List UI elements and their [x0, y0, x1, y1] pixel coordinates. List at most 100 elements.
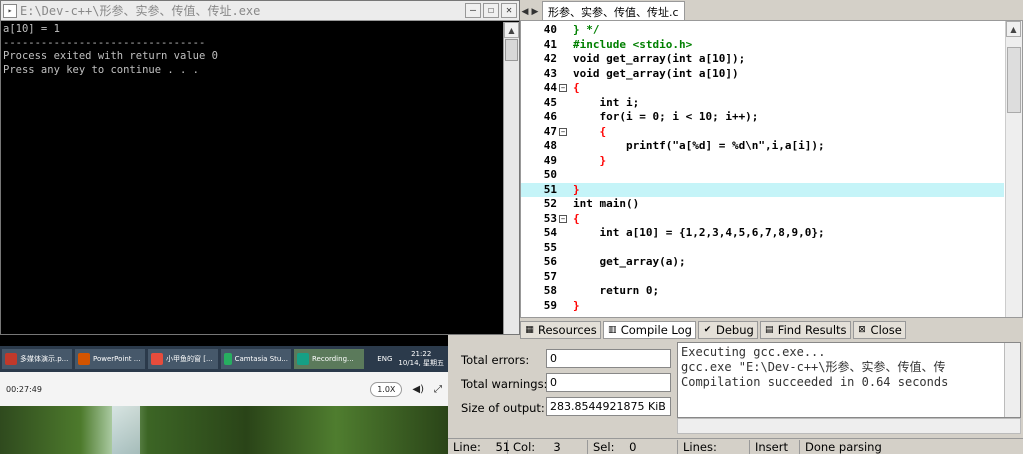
code-text: int a[10] = {1,2,3,4,5,6,7,8,9,0};	[573, 226, 825, 239]
console-line: --------------------------------	[3, 36, 206, 49]
code-line[interactable]: 46 for(i = 0; i < 10; i++);	[521, 110, 1004, 125]
code-text: } */	[573, 23, 600, 36]
line-number: 44	[543, 81, 557, 94]
compile-log-output[interactable]: Executing gcc.exe... gcc.exe "E:\Dev-c++\…	[677, 342, 1021, 418]
code-line[interactable]: 40} */	[521, 23, 1004, 38]
tab-find-results[interactable]: ▤ Find Results	[759, 321, 851, 339]
line-number: 53	[543, 211, 557, 225]
code-line[interactable]: 53−{	[521, 212, 1004, 227]
tab-left-arrow-icon[interactable]: ◀	[520, 4, 530, 20]
code-line[interactable]: 41 #include <stdio.h>	[521, 38, 1004, 53]
code-text: get_array(a);	[573, 255, 686, 268]
scroll-up-icon[interactable]: ▲	[1006, 21, 1021, 37]
status-line: Line: 51	[448, 439, 510, 454]
console-app-icon: ▸	[3, 3, 17, 18]
console-scrollbar[interactable]: ▲	[503, 22, 519, 334]
console-output: a[10] = 1 -------------------------------…	[1, 22, 504, 334]
tab-debug[interactable]: ✔ Debug	[697, 321, 758, 339]
output-size-label: Size of output:	[461, 401, 545, 415]
fullscreen-icon[interactable]: ⤢	[434, 384, 442, 395]
code-text: void get_array(int a[10])	[573, 66, 739, 80]
console-titlebar[interactable]: ▸ E:\Dev-c++\形参、实参、传值、传址.exe — ☐ ✕	[1, 1, 519, 21]
grid-icon: ▦	[525, 324, 534, 335]
code-line[interactable]: 45 int i;	[521, 96, 1004, 111]
line-number: 57	[543, 269, 557, 283]
background-photo	[0, 406, 448, 454]
fold-toggle-icon[interactable]: −	[559, 84, 567, 92]
tab-label: Close	[870, 323, 902, 337]
editor-scrollbar[interactable]: ▲	[1005, 21, 1022, 317]
log-line: Compilation succeeded in 0.64 seconds	[681, 375, 949, 389]
code-text: printf("a[%d] = %d\n",i,a[i]);	[573, 139, 825, 152]
code-line[interactable]: 52 int main()	[521, 197, 1004, 212]
tab-label: Debug	[715, 323, 754, 337]
code-line[interactable]: 42 void get_array(int a[10]);	[521, 52, 1004, 67]
close-icon: ⊠	[858, 324, 866, 335]
output-size-field[interactable]: 283.8544921875 KiB	[546, 397, 671, 416]
minimize-button[interactable]: —	[465, 3, 481, 18]
code-text: {	[573, 211, 580, 225]
tab-label: Find Results	[777, 323, 847, 337]
tab-label: Resources	[538, 323, 597, 337]
line-number: 50	[543, 168, 557, 181]
code-line[interactable]: 59}	[521, 299, 1004, 314]
taskbar-item[interactable]: Camtasia Stu...	[221, 349, 291, 369]
code-line[interactable]: 43 void get_array(int a[10])	[521, 67, 1004, 82]
tab-compile-log[interactable]: ▥ Compile Log	[602, 321, 696, 339]
fold-toggle-icon[interactable]: −	[559, 214, 567, 223]
taskbar-item[interactable]: Recording...	[294, 349, 364, 369]
line-number: 46	[543, 110, 557, 123]
tab-right-arrow-icon[interactable]: ▶	[530, 4, 540, 20]
code-line[interactable]: 58 return 0;	[521, 284, 1004, 299]
warnings-field[interactable]: 0	[546, 373, 671, 392]
code-line[interactable]: 51}	[521, 182, 1004, 197]
code-text: }	[573, 182, 580, 196]
taskbar-item[interactable]: PowerPoint ...	[75, 349, 145, 369]
fold-toggle-icon[interactable]: −	[559, 127, 567, 136]
status-lines: Lines:	[678, 439, 750, 454]
code-line[interactable]: 48 printf("a[%d] = %d\n",i,a[i]);	[521, 139, 1004, 154]
console-bottom-edge	[0, 335, 448, 346]
close-button[interactable]: ✕	[501, 3, 517, 18]
code-line[interactable]: 55	[521, 241, 1004, 256]
code-editor[interactable]: 40} */ 41 #include <stdio.h> 42 void get_arr…	[520, 20, 1023, 318]
language-indicator[interactable]: ENG	[377, 355, 392, 363]
tab-source-file[interactable]: 形参、实参、传值、传址.c	[542, 1, 685, 20]
code-line[interactable]: 54 int a[10] = {1,2,3,4,5,6,7,8,9,0};	[521, 226, 1004, 241]
editor-tab-strip: ◀ ▶ 形参、实参、传值、传址.c	[520, 0, 1023, 20]
code-line[interactable]: 50	[521, 168, 1004, 183]
code-line[interactable]: 56 get_array(a);	[521, 255, 1004, 270]
tab-close[interactable]: ⊠ Close	[852, 321, 906, 339]
scroll-thumb[interactable]	[505, 39, 518, 61]
status-mode: Insert	[750, 439, 800, 454]
code-text: }	[573, 298, 580, 312]
scroll-thumb[interactable]	[1007, 47, 1021, 113]
log-line: Executing gcc.exe...	[681, 345, 826, 359]
volume-icon[interactable]: ◀)	[412, 384, 424, 395]
scroll-up-icon[interactable]: ▲	[504, 22, 519, 38]
log-horizontal-scrollbar[interactable]	[677, 418, 1021, 434]
line-number: 59	[543, 298, 557, 312]
code-line[interactable]: 49 }	[521, 154, 1004, 169]
line-number: 49	[543, 153, 557, 167]
code-line[interactable]: 47− {	[521, 125, 1004, 140]
console-line: a[10] = 1	[3, 23, 60, 35]
app-icon	[297, 353, 309, 365]
code-text: }	[573, 153, 607, 167]
taskbar-item[interactable]: 多媒体演示.p...	[2, 349, 72, 369]
line-number: 41	[543, 37, 557, 51]
status-sel: Sel: 0	[588, 439, 678, 454]
taskbar-item[interactable]: 小甲鱼的窗 [...	[148, 349, 218, 369]
code-line[interactable]: 44−{	[521, 81, 1004, 96]
maximize-button[interactable]: ☐	[483, 3, 499, 18]
chart-icon: ▥	[607, 324, 617, 335]
console-window: ▸ E:\Dev-c++\形参、实参、传值、传址.exe — ☐ ✕ a[10]…	[0, 0, 520, 335]
log-scrollbar[interactable]	[1004, 343, 1020, 417]
app-icon	[151, 353, 163, 365]
code-line[interactable]: 57	[521, 270, 1004, 285]
errors-field[interactable]: 0	[546, 349, 671, 368]
tab-resources[interactable]: ▦ Resources	[520, 321, 601, 339]
taskbar-item-label: 多媒体演示.p...	[20, 355, 69, 363]
speed-button[interactable]: 1.0X	[370, 381, 403, 397]
line-number: 45	[543, 95, 557, 109]
